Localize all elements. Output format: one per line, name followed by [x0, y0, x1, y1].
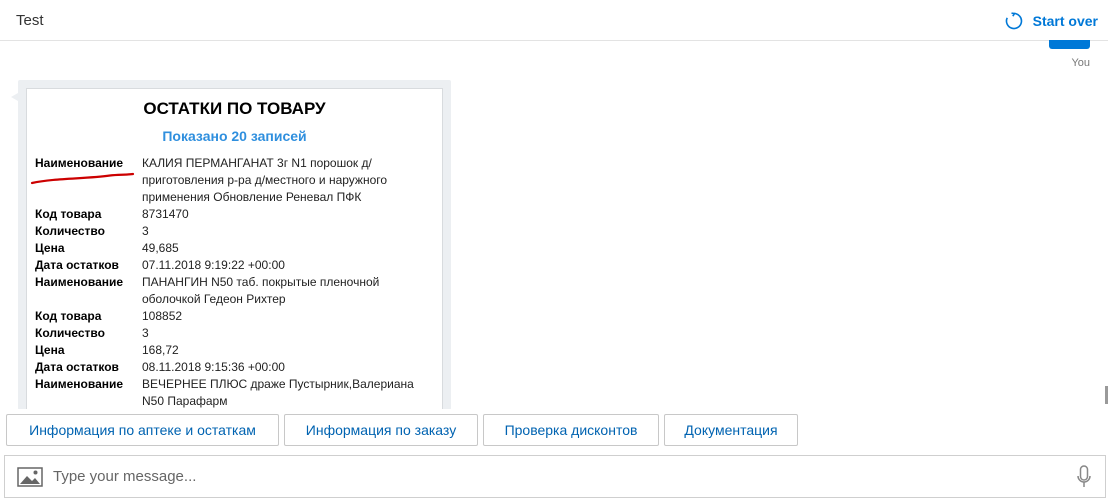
fact-key: Дата остатков [35, 258, 119, 272]
fact-key: Цена [35, 343, 65, 357]
user-message-bubble [1049, 40, 1090, 49]
fact-row: Количество 3 [35, 325, 435, 342]
action-pharmacy-stock-button[interactable]: Информация по аптеке и остаткам [6, 414, 279, 446]
fact-row: Цена 49,685 [35, 240, 435, 257]
fact-key: Количество [35, 326, 105, 340]
fact-value: КАЛИЯ ПЕРМАНГАНАТ 3г N1 порошок д/пригот… [142, 156, 388, 204]
fact-key: Количество [35, 224, 105, 238]
fact-value: 07.11.2018 9:19:22 +00:00 [142, 258, 285, 272]
fact-value: 08.11.2018 9:15:36 +00:00 [142, 360, 285, 374]
red-underline-annotation [30, 172, 135, 185]
fact-row: Дата остатков 07.11.2018 9:19:22 +00:00 [35, 257, 435, 274]
fact-value: 8731470 [142, 207, 189, 221]
fact-row: Цена 168,72 [35, 342, 435, 359]
card-subtitle: Показано 20 записей [162, 128, 307, 144]
image-icon[interactable] [17, 467, 43, 487]
refresh-icon [1005, 12, 1022, 30]
fact-key: Наименование [35, 377, 124, 391]
message-input-bar: Type your message... [4, 455, 1106, 498]
chat-title: Test [16, 12, 44, 29]
bot-message-bubble: ОСТАТКИ ПО ТОВАРУ Показано 20 записей На… [18, 80, 451, 410]
fact-row: Дата остатков 08.11.2018 9:15:36 +00:00 [35, 359, 435, 376]
fact-key: Код товара [35, 309, 102, 323]
fact-key: Код товара [35, 207, 102, 221]
fact-row: Количество 3 [35, 223, 435, 240]
start-over-button[interactable]: Start over [1004, 11, 1098, 31]
microphone-icon[interactable] [1077, 465, 1091, 489]
suggested-actions: Информация по аптеке и остаткам Информац… [0, 409, 1108, 455]
fact-value: ВЕЧЕРНЕЕ ПЛЮС драже Пустырник,Валериана … [142, 377, 414, 408]
fact-value: 3 [142, 326, 149, 340]
action-discount-check-button[interactable]: Проверка дисконтов [483, 414, 659, 446]
stock-card: ОСТАТКИ ПО ТОВАРУ Показано 20 записей На… [26, 88, 443, 410]
fact-value: ПАНАНГИН N50 таб. покрытые пленочной обо… [142, 275, 380, 306]
message-input[interactable]: Type your message... [53, 468, 196, 485]
action-documentation-button[interactable]: Документация [664, 414, 798, 446]
fact-row: Код товара 8731470 [35, 206, 435, 223]
fact-row: Код товара 108852 [35, 308, 435, 325]
fact-list: Наименование КАЛИЯ ПЕРМАНГАНАТ 3г N1 поро… [35, 155, 435, 410]
fact-value: 168,72 [142, 343, 179, 357]
fact-row: Наименование ПАНАНГИН N50 таб. покрытые п… [35, 274, 435, 308]
fact-value: 108852 [142, 309, 183, 323]
fact-value: 49,685 [142, 241, 179, 255]
sender-label: You [1071, 57, 1090, 69]
card-title: ОСТАТКИ ПО ТОВАРУ [143, 99, 326, 118]
fact-key: Дата остатков [35, 360, 119, 374]
action-order-info-button[interactable]: Информация по заказу [284, 414, 478, 446]
fact-key: Наименование [35, 275, 124, 289]
fact-key: Цена [35, 241, 65, 255]
start-over-label: Start over [1032, 13, 1098, 29]
fact-value: 3 [142, 224, 149, 238]
chat-header: Test Start over [0, 0, 1108, 41]
bot-bubble-tail [11, 93, 18, 101]
fact-row: Наименование ВЕЧЕРНЕЕ ПЛЮС драже Пустырни… [35, 376, 435, 410]
